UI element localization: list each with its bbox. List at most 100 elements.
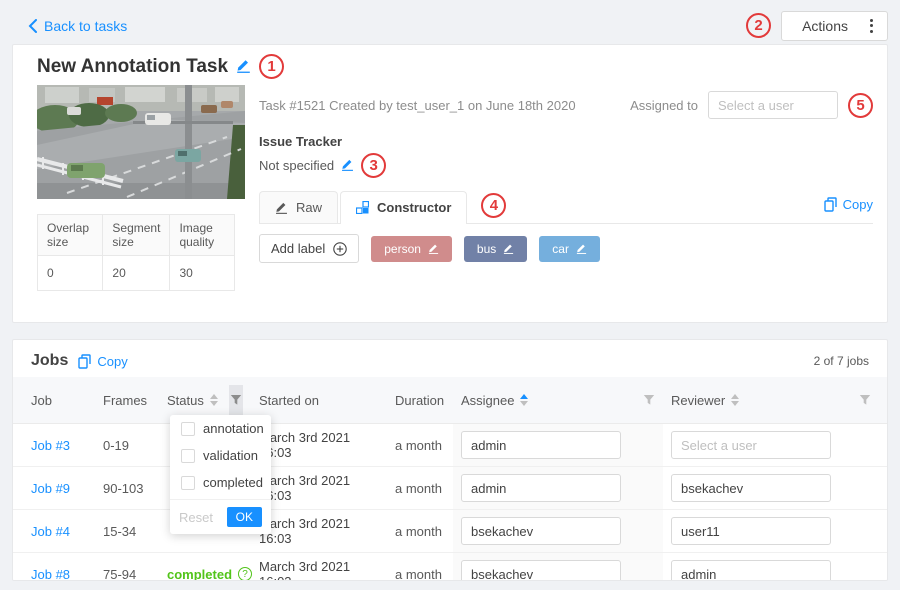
jobs-copy-label: Copy — [97, 354, 127, 369]
filter-reset-button[interactable]: Reset — [179, 510, 213, 525]
checkbox-validation[interactable] — [181, 449, 195, 463]
labels-copy-label: Copy — [843, 197, 873, 212]
table-row: Job #8 75-94 completed ? March 3rd 2021 … — [13, 553, 887, 582]
annotation-marker-1: 1 — [259, 54, 284, 79]
started-cell: March 3rd 2021 16:03 — [251, 553, 387, 582]
annotation-marker-2: 2 — [746, 13, 771, 38]
job-link[interactable]: Job #4 — [31, 524, 70, 539]
task-preview-image — [37, 85, 245, 199]
assignee-input[interactable] — [461, 517, 621, 545]
started-cell: March 3rd 2021 16:03 — [251, 467, 387, 510]
status-filter-dropdown: annotation validation completed Reset OK — [170, 415, 271, 534]
filter-option-annotation-label: annotation — [203, 421, 264, 436]
copy-icon — [824, 197, 837, 212]
label-chip-bus[interactable]: bus — [464, 236, 527, 262]
job-link[interactable]: Job #3 — [31, 438, 70, 453]
col-assignee[interactable]: Assignee — [453, 377, 663, 424]
checkbox-completed[interactable] — [181, 476, 195, 490]
param-value-overlap: 0 — [38, 256, 103, 291]
tab-constructor-label: Constructor — [377, 200, 451, 215]
question-circle-icon[interactable]: ? — [238, 567, 252, 581]
started-cell: March 3rd 2021 16:03 — [251, 424, 387, 467]
label-edit-icon[interactable] — [428, 243, 439, 254]
reviewer-input[interactable] — [671, 474, 831, 502]
build-blocks-icon — [356, 201, 369, 214]
frames-cell: 0-19 — [95, 424, 159, 467]
label-chip-bus-text: bus — [477, 242, 496, 256]
task-details-card: New Annotation Task 1 — [12, 44, 888, 323]
job-link[interactable]: Job #8 — [31, 567, 70, 582]
assignee-filter-button[interactable] — [643, 394, 655, 406]
reviewer-input[interactable] — [671, 431, 831, 459]
duration-cell: a month — [387, 553, 453, 582]
col-job: Job — [13, 377, 95, 424]
status-sorter-icon[interactable] — [210, 394, 218, 406]
table-row: Job #4 15-34 March 3rd 2021 16:03 a mont… — [13, 510, 887, 553]
jobs-copy-button[interactable]: Copy — [78, 354, 127, 369]
labels-copy-button[interactable]: Copy — [824, 197, 873, 218]
top-bar: Back to tasks 2 Actions — [0, 0, 900, 44]
label-edit-icon[interactable] — [503, 243, 514, 254]
issue-tracker-value: Not specified — [259, 158, 334, 173]
jobs-title: Jobs — [31, 352, 68, 370]
duration-cell: a month — [387, 424, 453, 467]
assigned-to-input[interactable] — [708, 91, 838, 119]
task-params-table: Overlap size Segment size Image quality … — [37, 214, 235, 291]
label-chip-person-text: person — [384, 242, 421, 256]
kebab-menu-icon[interactable] — [866, 19, 887, 33]
jobs-table: Job Frames Status Started on Duration — [13, 377, 887, 581]
task-meta-text: Task #1521 Created by test_user_1 on Jun… — [259, 98, 576, 113]
assignee-input[interactable] — [461, 431, 621, 459]
label-chip-car[interactable]: car — [539, 236, 600, 262]
frames-cell: 75-94 — [95, 553, 159, 582]
tab-constructor[interactable]: Constructor — [340, 191, 467, 224]
filter-option-annotation[interactable]: annotation — [170, 415, 271, 442]
assignee-input[interactable] — [461, 474, 621, 502]
actions-label: Actions — [782, 18, 866, 34]
reviewer-input[interactable] — [671, 517, 831, 545]
status-filter-button[interactable] — [229, 385, 243, 415]
pencil-icon — [275, 201, 288, 214]
assigned-to-label: Assigned to — [630, 98, 698, 113]
started-cell: March 3rd 2021 16:03 — [251, 510, 387, 553]
jobs-count: 2 of 7 jobs — [814, 354, 869, 368]
add-label-text: Add label — [271, 241, 325, 256]
status-cell: completed ? — [159, 553, 251, 582]
param-header-segment: Segment size — [103, 215, 170, 256]
issue-tracker-label: Issue Tracker — [259, 134, 873, 149]
label-chip-person[interactable]: person — [371, 236, 452, 262]
duration-cell: a month — [387, 510, 453, 553]
table-row: Job #9 90-103 March 3rd 2021 16:03 a mon… — [13, 467, 887, 510]
annotation-marker-5: 5 — [848, 93, 873, 118]
edit-issue-tracker-icon[interactable] — [341, 158, 354, 174]
funnel-icon — [643, 394, 655, 406]
col-status-label: Status — [167, 393, 204, 408]
table-row: Job #3 0-19 March 3rd 2021 16:03 a month — [13, 424, 887, 467]
filter-option-completed[interactable]: completed — [170, 469, 271, 496]
add-label-button[interactable]: Add label — [259, 234, 359, 263]
edit-task-name-icon[interactable] — [236, 58, 251, 76]
col-assignee-label: Assignee — [461, 393, 514, 408]
filter-option-validation[interactable]: validation — [170, 442, 271, 469]
assignee-input[interactable] — [461, 560, 621, 581]
reviewer-sorter-icon[interactable] — [731, 394, 739, 406]
tab-raw[interactable]: Raw — [259, 191, 338, 223]
back-to-tasks-link[interactable]: Back to tasks — [28, 18, 127, 34]
param-value-quality: 30 — [170, 256, 235, 291]
filter-option-validation-label: validation — [203, 448, 258, 463]
col-reviewer[interactable]: Reviewer — [663, 377, 887, 424]
job-link[interactable]: Job #9 — [31, 481, 70, 496]
assignee-sorter-icon[interactable] — [520, 394, 528, 406]
filter-ok-button[interactable]: OK — [227, 507, 262, 527]
frames-cell: 90-103 — [95, 467, 159, 510]
reviewer-input[interactable] — [671, 560, 831, 581]
jobs-header-row: Job Frames Status Started on Duration — [13, 377, 887, 424]
col-reviewer-label: Reviewer — [671, 393, 725, 408]
duration-cell: a month — [387, 467, 453, 510]
reviewer-filter-button[interactable] — [859, 394, 871, 406]
annotation-marker-3: 3 — [361, 153, 386, 178]
param-value-segment: 20 — [103, 256, 170, 291]
actions-button[interactable]: Actions — [781, 11, 888, 41]
checkbox-annotation[interactable] — [181, 422, 195, 436]
label-edit-icon[interactable] — [576, 243, 587, 254]
